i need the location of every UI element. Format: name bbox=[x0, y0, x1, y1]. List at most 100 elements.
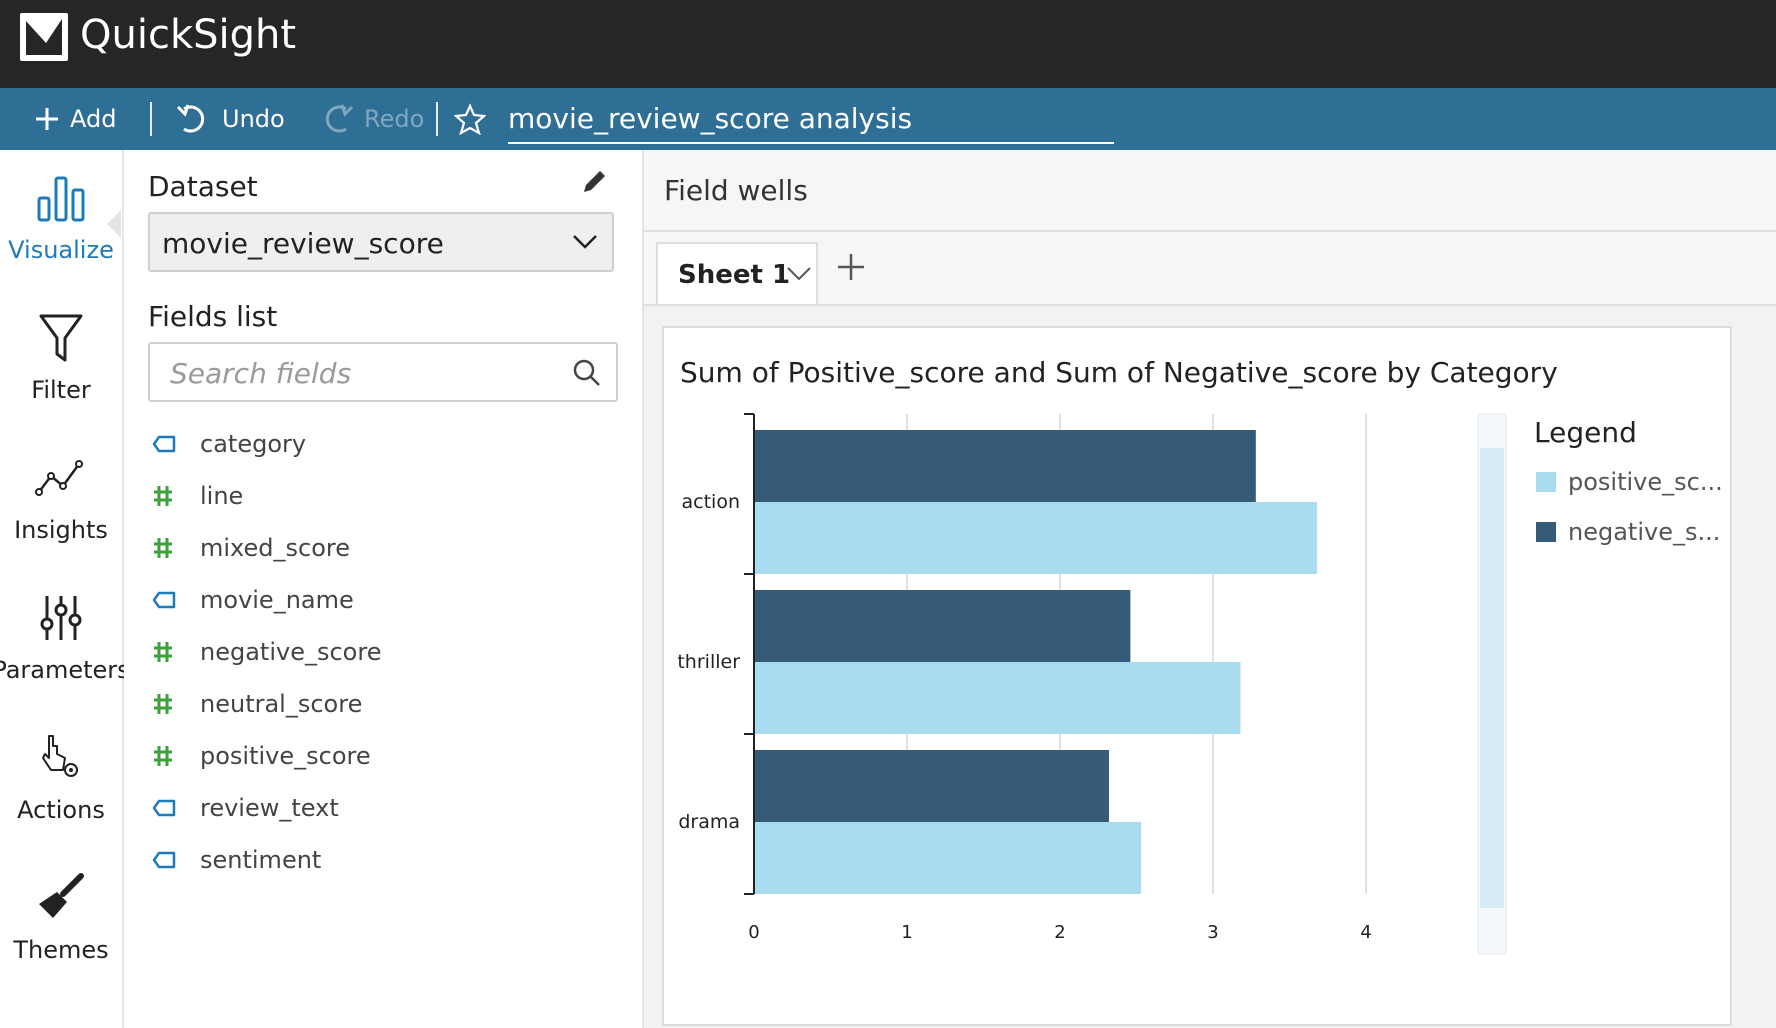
tag-icon bbox=[152, 591, 200, 609]
toolbar-divider bbox=[436, 102, 438, 136]
field-item-positive-score[interactable]: positive_score bbox=[152, 730, 622, 782]
nav-item-actions[interactable]: Actions bbox=[0, 716, 122, 836]
analysis-name-field[interactable]: movie_review_score analysis bbox=[508, 96, 1114, 144]
field-item-label: line bbox=[200, 482, 244, 510]
tag-icon bbox=[152, 799, 200, 817]
add-button-label: Add bbox=[70, 105, 117, 133]
field-item-review-text[interactable]: review_text bbox=[152, 782, 622, 834]
legend-label: negative_s... bbox=[1568, 518, 1721, 546]
y-category-label: thriller bbox=[677, 651, 740, 673]
app-title: QuickSight bbox=[80, 12, 297, 58]
chevron-down-icon bbox=[573, 235, 597, 249]
field-item-movie-name[interactable]: movie_name bbox=[152, 574, 622, 626]
field-item-label: mixed_score bbox=[200, 534, 350, 562]
search-fields-input[interactable] bbox=[168, 352, 552, 394]
bar-negative-score-thriller bbox=[755, 590, 1131, 662]
field-item-line[interactable]: line bbox=[152, 470, 622, 522]
undo-icon bbox=[176, 104, 205, 133]
sliders-icon bbox=[40, 596, 82, 640]
legend-swatch bbox=[1536, 472, 1556, 492]
dataset-heading: Dataset bbox=[148, 170, 258, 203]
undo-button[interactable]: Undo bbox=[176, 88, 285, 150]
field-item-label: neutral_score bbox=[200, 690, 363, 718]
toolbar-divider bbox=[150, 102, 152, 136]
nav-item-parameters[interactable]: Parameters bbox=[0, 576, 130, 696]
fields-list-heading: Fields list bbox=[148, 300, 278, 333]
data-panel: Dataset movie_review_score Fields list c… bbox=[124, 150, 644, 1028]
top-bar: QuickSight bbox=[0, 0, 1776, 88]
plus-icon bbox=[36, 108, 58, 130]
legend-item-positive[interactable]: positive_sc... bbox=[1536, 468, 1723, 496]
y-category-label: drama bbox=[678, 811, 740, 833]
field-wells-label: Field wells bbox=[664, 174, 808, 207]
field-item-label: sentiment bbox=[200, 846, 322, 874]
field-item-sentiment[interactable]: sentiment bbox=[152, 834, 622, 886]
chevron-down-icon[interactable] bbox=[786, 264, 812, 284]
dataset-select[interactable]: movie_review_score bbox=[148, 212, 614, 272]
nav-label-visualize: Visualize bbox=[8, 236, 114, 264]
pointer-gear-icon bbox=[42, 735, 78, 777]
field-item-label: positive_score bbox=[200, 742, 371, 770]
nav-label-filter: Filter bbox=[31, 376, 91, 404]
visual-card[interactable]: Sum of Positive_score and Sum of Negativ… bbox=[662, 326, 1732, 1026]
field-item-label: negative_score bbox=[200, 638, 382, 666]
legend-swatch bbox=[1536, 522, 1556, 542]
legend-scroll-thumb bbox=[1480, 448, 1504, 908]
tag-icon bbox=[152, 435, 200, 453]
star-icon bbox=[454, 103, 486, 135]
fields-list: category line mixed_score movie_namenegativ… bbox=[152, 418, 622, 886]
tab-sheet-1[interactable]: Sheet 1 bbox=[656, 242, 818, 304]
redo-icon bbox=[325, 104, 354, 133]
main-area: Field wells Sheet 1 Sum of Positive_scor… bbox=[644, 150, 1776, 1028]
funnel-icon bbox=[39, 314, 83, 362]
hash-icon bbox=[152, 692, 200, 716]
field-item-label: category bbox=[200, 430, 307, 458]
redo-button[interactable]: Redo bbox=[318, 88, 424, 150]
search-icon bbox=[573, 359, 600, 386]
paintbrush-icon bbox=[39, 873, 84, 918]
sheet-tab-label: Sheet 1 bbox=[678, 260, 791, 290]
x-tick-label: 4 bbox=[1360, 922, 1371, 943]
legend-title: Legend bbox=[1534, 416, 1637, 449]
x-tick-label: 0 bbox=[748, 922, 759, 943]
nav-item-filter[interactable]: Filter bbox=[0, 296, 122, 416]
hash-icon bbox=[152, 744, 200, 768]
field-item-neutral-score[interactable]: neutral_score bbox=[152, 678, 622, 730]
add-sheet-icon[interactable] bbox=[836, 252, 866, 282]
add-button[interactable]: Add bbox=[34, 88, 116, 150]
nav-label-themes: Themes bbox=[13, 936, 109, 964]
field-wells-bar[interactable]: Field wells bbox=[644, 150, 1776, 232]
pencil-icon bbox=[584, 171, 605, 192]
nav-label-actions: Actions bbox=[17, 796, 105, 824]
nav-item-themes[interactable]: Themes bbox=[0, 856, 122, 976]
sheet-tab-strip: Sheet 1 bbox=[644, 232, 1776, 306]
y-category-label: action bbox=[682, 491, 740, 513]
bar-positive-score-thriller bbox=[755, 662, 1241, 734]
favorite-star-button[interactable] bbox=[454, 88, 496, 150]
hash-icon bbox=[152, 484, 200, 508]
field-item-label: movie_name bbox=[200, 586, 354, 614]
bar-negative-score-drama bbox=[755, 750, 1109, 822]
hash-icon bbox=[152, 640, 200, 664]
nav-item-insights[interactable]: Insights bbox=[0, 436, 122, 556]
line-graph-icon bbox=[35, 460, 83, 496]
field-item-label: review_text bbox=[200, 794, 339, 822]
bar-negative-score-action bbox=[755, 430, 1256, 502]
hash-icon bbox=[152, 536, 200, 560]
x-tick-label: 1 bbox=[901, 922, 912, 943]
bar-positive-score-drama bbox=[755, 822, 1142, 894]
nav-label-parameters: Parameters bbox=[0, 656, 130, 684]
field-item-category[interactable]: category bbox=[152, 418, 622, 470]
legend-label: positive_sc... bbox=[1568, 468, 1723, 496]
legend-item-negative[interactable]: negative_s... bbox=[1536, 518, 1720, 546]
edit-dataset-button[interactable] bbox=[578, 166, 610, 202]
field-item-mixed-score[interactable]: mixed_score bbox=[152, 522, 622, 574]
quicksight-logo-icon bbox=[20, 13, 68, 61]
field-item-negative-score[interactable]: negative_score bbox=[152, 626, 622, 678]
undo-button-label: Undo bbox=[222, 105, 285, 133]
toolbar: Add Undo Redo movie_review_score analysi… bbox=[0, 88, 1776, 150]
nav-item-visualize[interactable]: Visualize bbox=[0, 156, 122, 276]
bar-positive-score-action bbox=[755, 502, 1318, 574]
dataset-select-value: movie_review_score bbox=[162, 227, 444, 260]
nav-label-insights: Insights bbox=[14, 516, 108, 544]
